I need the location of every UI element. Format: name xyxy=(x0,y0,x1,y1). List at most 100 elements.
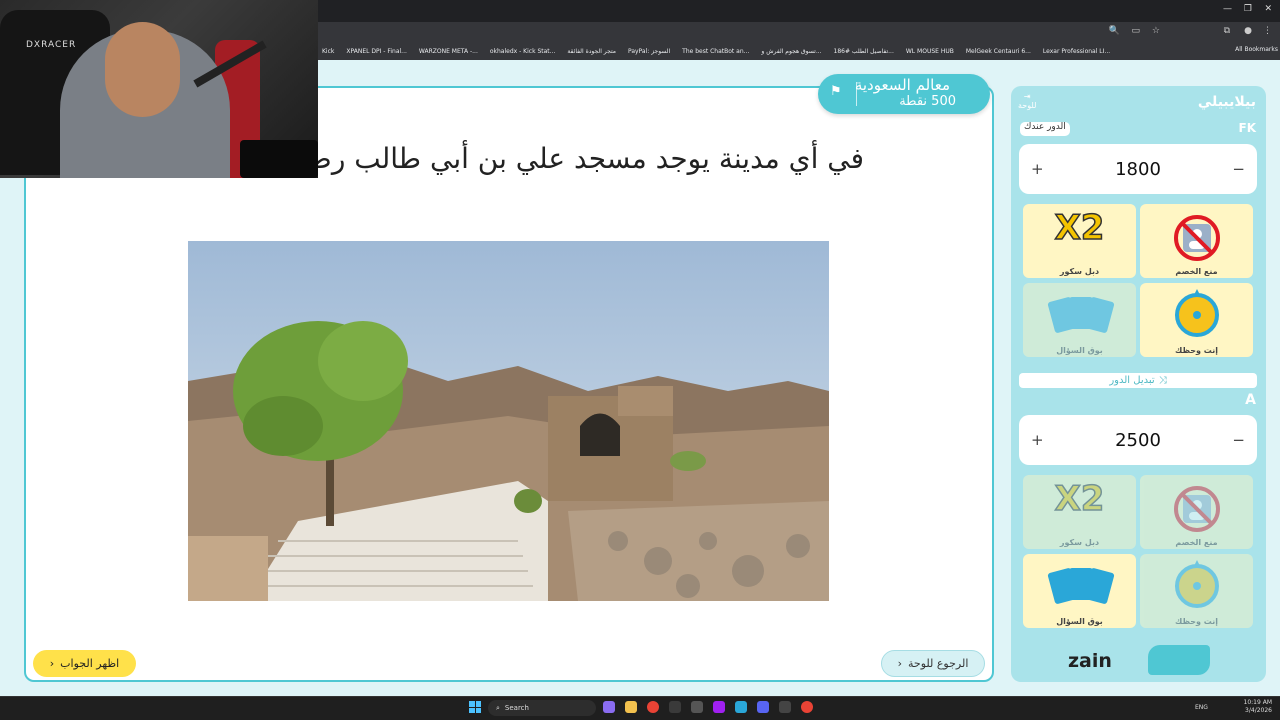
search-icon: ⌕ xyxy=(496,703,500,712)
wheel-icon xyxy=(1175,560,1219,608)
windows-taskbar xyxy=(0,696,1280,720)
language-indicator[interactable]: ENG xyxy=(1195,704,1208,711)
team2-block-opponent-tool[interactable]: منع الخصم xyxy=(1140,475,1253,549)
browser-titlebar: — ❐ ✕ xyxy=(318,0,1280,22)
audio-mixer xyxy=(240,140,318,178)
team1-block-opponent-tool[interactable]: منع الخصم xyxy=(1140,204,1253,278)
team1-double-score-tool[interactable]: X2 دبل سكور xyxy=(1023,204,1136,278)
zain-logo: zain xyxy=(1068,650,1112,672)
bookmark[interactable]: متجر الجودة الفائقة xyxy=(567,48,616,55)
chevron-left-icon: ‹ xyxy=(49,657,55,670)
bookmark[interactable]: okhaledx - Kick Stat... xyxy=(490,48,556,55)
star-icon[interactable]: ☆ xyxy=(1152,26,1160,36)
minimize-icon[interactable]: — xyxy=(1223,4,1232,14)
wheel-icon xyxy=(1175,289,1219,337)
shuffle-icon: ⤨ xyxy=(1158,375,1167,386)
team2-score-box: + 2500 − xyxy=(1019,415,1257,465)
team1-minus-button[interactable]: − xyxy=(1232,160,1245,178)
app-icon[interactable] xyxy=(691,701,703,713)
close-icon[interactable]: ✕ xyxy=(1264,4,1272,14)
chair-brand: DXRACER xyxy=(26,40,77,50)
restore-icon[interactable]: ❐ xyxy=(1244,4,1252,14)
app-icon[interactable] xyxy=(713,701,725,713)
bookmark[interactable]: Lexar Professional LI... xyxy=(1043,48,1110,55)
bookmark[interactable]: WARZONE META -... xyxy=(419,48,478,55)
bookmark[interactable]: PayPal: السوجز xyxy=(628,48,670,55)
all-bookmarks-link[interactable]: All Bookmarks xyxy=(1235,46,1278,53)
team2-plus-button[interactable]: + xyxy=(1031,431,1044,449)
app-icon[interactable] xyxy=(779,701,791,713)
bookmark[interactable]: Kick xyxy=(322,48,334,55)
team2-trumpet-tool[interactable]: بوق السؤال xyxy=(1023,554,1136,628)
show-answer-label: اظهر الجواب xyxy=(60,657,120,670)
tool-label: دبل سكور xyxy=(1059,267,1100,276)
team1-name: بيلايبيلي xyxy=(1197,94,1256,110)
telegram-icon[interactable] xyxy=(735,701,747,713)
tool-label: إنت وحظك xyxy=(1175,346,1218,355)
board-link-label: للوحة xyxy=(1018,101,1037,110)
category-badge: ⚑ معالم السعودية 500 نقطة xyxy=(818,74,990,114)
tool-label: بوق السؤال xyxy=(1056,346,1103,355)
team2-name: A xyxy=(1245,392,1256,408)
profile-icon[interactable]: ● xyxy=(1244,26,1252,36)
bookmark[interactable]: تسوق هجوم الفرش و... xyxy=(761,48,821,55)
menu-icon[interactable]: ⋮ xyxy=(1263,26,1272,36)
team1-plus-button[interactable]: + xyxy=(1031,160,1044,178)
swap-turn-button[interactable]: ⤨ تبديل الدور xyxy=(1019,373,1257,388)
chrome-icon[interactable] xyxy=(801,701,813,713)
bookmark[interactable]: WL MOUSE HUB xyxy=(906,48,954,55)
windows-start-icon[interactable] xyxy=(469,701,481,713)
cards-icon xyxy=(1047,297,1115,333)
category-points: 500 نقطة xyxy=(899,94,956,109)
question-text: في أي مدينة يوجد مسجد علي بن أبي طالب رض… xyxy=(284,142,864,175)
exit-icon: ⇥ xyxy=(1023,92,1031,101)
file-explorer-icon[interactable] xyxy=(625,701,637,713)
chevron-left-icon: ‹ xyxy=(897,657,902,670)
streamer-head xyxy=(105,22,180,117)
team2-score: 2500 xyxy=(1115,429,1161,451)
turn-indicator: الدور عندك xyxy=(1020,122,1070,136)
team1-spin-tool[interactable]: إنت وحظك xyxy=(1140,283,1253,357)
mosque-landscape-image xyxy=(188,241,829,601)
team1-score: 1800 xyxy=(1115,158,1161,180)
discord-icon[interactable] xyxy=(757,701,769,713)
team2-spin-tool[interactable]: إنت وحظك xyxy=(1140,554,1253,628)
team2-minus-button[interactable]: − xyxy=(1232,431,1245,449)
clock-time: 10:19 AM xyxy=(1243,699,1272,706)
tool-label: منع الخصم xyxy=(1175,267,1218,276)
cards-icon xyxy=(1047,568,1115,604)
tool-label: إنت وحظك xyxy=(1175,617,1218,626)
search-label: Search xyxy=(504,704,529,712)
webcam-overlay: DXRACER xyxy=(0,0,318,178)
tool-label: منع الخصم xyxy=(1175,538,1218,547)
back-to-board-button[interactable]: الرجوع للوحة ‹ xyxy=(881,650,985,677)
chrome-icon[interactable] xyxy=(647,701,659,713)
board-link[interactable]: ⇥ للوحة xyxy=(1018,92,1036,110)
swap-turn-label: تبديل الدور xyxy=(1109,375,1155,386)
flag-icon[interactable]: ⚑ xyxy=(830,84,842,99)
tool-label: دبل سكور xyxy=(1059,538,1100,547)
bookmark[interactable]: The best ChatBot an... xyxy=(682,48,749,55)
system-clock[interactable]: 10:19 AM 3/4/2026 xyxy=(1244,699,1272,715)
store-icon[interactable] xyxy=(669,701,681,713)
x2-icon: X2 xyxy=(1054,207,1105,249)
bookmark[interactable]: MelGeek Centauri 6... xyxy=(966,48,1031,55)
bookmark[interactable]: تفاصيل الطلب #186... xyxy=(834,48,894,55)
tool-label: بوق السؤال xyxy=(1056,617,1103,626)
game-logo xyxy=(1148,645,1210,675)
x2-icon: X2 xyxy=(1054,478,1105,520)
show-answer-button[interactable]: اظهر الجواب ‹ xyxy=(33,650,136,677)
bookmarks-bar: Kick XPANEL DPI - Final... WARZONE META … xyxy=(318,42,1280,60)
no-user-icon xyxy=(1174,215,1220,261)
extensions-icon[interactable]: ⧉ xyxy=(1224,26,1230,36)
team2-double-score-tool[interactable]: X2 دبل سكور xyxy=(1023,475,1136,549)
team1-score-box: + 1800 − xyxy=(1019,144,1257,194)
taskbar-search[interactable]: ⌕ Search xyxy=(488,700,596,716)
cast-icon[interactable]: ▭ xyxy=(1131,26,1140,36)
bookmark[interactable]: XPANEL DPI - Final... xyxy=(346,48,407,55)
team1-trumpet-tool[interactable]: بوق السؤال xyxy=(1023,283,1136,357)
zoom-icon[interactable]: 🔍 xyxy=(1109,26,1120,36)
team1-short: FK xyxy=(1238,121,1257,135)
browser-toolbar: 🔍 ▭ ☆ ⧉ ● ⋮ xyxy=(318,22,1280,42)
copilot-icon[interactable] xyxy=(603,701,615,713)
